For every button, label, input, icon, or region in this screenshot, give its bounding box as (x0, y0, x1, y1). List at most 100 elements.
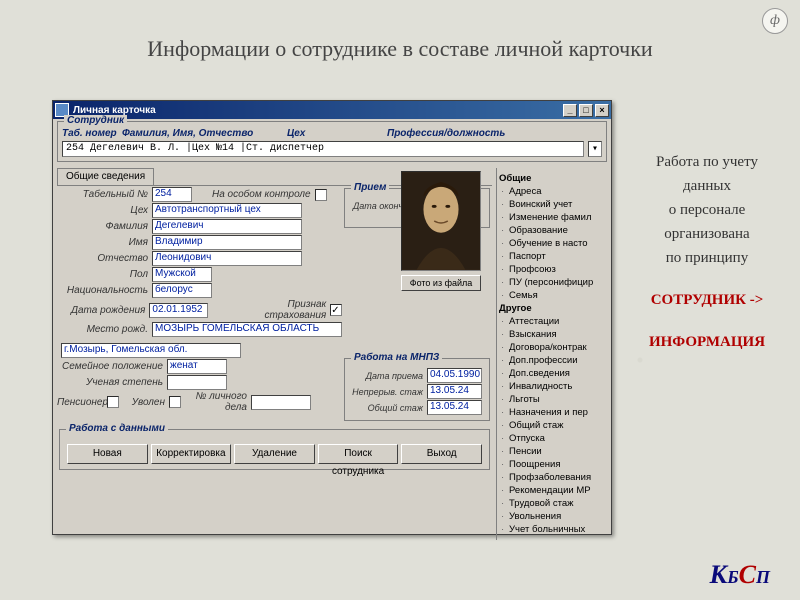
hdr-tabno: Таб. номер (62, 128, 122, 139)
tree-item[interactable]: Взыскания (499, 328, 609, 341)
tree-item[interactable]: Льготы (499, 393, 609, 406)
btn-new[interactable]: Новая (67, 444, 148, 464)
chk-strah[interactable]: ✓ (330, 304, 342, 316)
group-legend: Сотрудник (64, 115, 127, 126)
lbl-degree: Ученая степень (57, 377, 167, 388)
lbl-ceh: Цех (57, 205, 152, 216)
tree-item[interactable]: Воинский учет (499, 198, 609, 211)
tree-item[interactable]: Отпуска (499, 432, 609, 445)
titlebar[interactable]: Личная карточка _ □ × (53, 101, 611, 119)
tree-item[interactable]: Доп.сведения (499, 367, 609, 380)
chk-special[interactable] (315, 189, 327, 201)
input-ceh[interactable]: Автотранспортный цех (152, 203, 302, 218)
tree-item[interactable]: Договора/контрак (499, 341, 609, 354)
tree-item[interactable]: Увольнения (499, 510, 609, 523)
side-line: Работа по учету (632, 150, 782, 174)
tree-item[interactable]: Трудовой стаж (499, 497, 609, 510)
employee-header-group: Сотрудник Таб. номер Фамилия, Имя, Отчес… (57, 121, 607, 162)
lbl-birthplace: Место рожд. (57, 324, 152, 335)
input-cont[interactable]: 13.05.24 (427, 384, 482, 399)
grp-priem: Прием (351, 182, 389, 193)
tree-item[interactable]: Учет больничных (499, 523, 609, 536)
btn-exit[interactable]: Выход (401, 444, 482, 464)
btn-photo-from-file[interactable]: Фото из файла (401, 275, 481, 291)
lbl-dob: Дата рождения (57, 305, 149, 316)
tree-item[interactable]: Рекомендации МР (499, 484, 609, 497)
slide-title: Информации о сотруднике в составе личной… (0, 36, 800, 62)
employee-summary-field[interactable]: 254 Дегелевич В. Л. |Цех №14 |Ст. диспет… (62, 141, 584, 157)
side-line: по принципу (632, 246, 782, 270)
input-degree[interactable] (167, 375, 227, 390)
input-delo[interactable] (251, 395, 311, 410)
btn-delete[interactable]: Удаление (234, 444, 315, 464)
dropdown-button[interactable]: ▾ (588, 141, 602, 157)
tree-item[interactable]: Профсоюз (499, 263, 609, 276)
lbl-otch: Отчество (57, 253, 152, 264)
lbl-hired: Дата приема (349, 371, 427, 381)
input-hired[interactable]: 04.05.1990 (427, 368, 482, 383)
side-line: данных (632, 174, 782, 198)
lbl-total: Общий стаж (349, 403, 427, 413)
tree-item[interactable]: Семья (499, 289, 609, 302)
lbl-cont: Непрерыв. стаж (349, 387, 427, 397)
corner-logo: ф (762, 8, 788, 34)
input-tabno[interactable]: 254 (152, 187, 192, 202)
lbl-fired: Уволен (119, 397, 169, 408)
grp-actions: Работа с данными (66, 423, 168, 434)
tree-item[interactable]: Аттестации (499, 315, 609, 328)
tree-root-other[interactable]: Другое (499, 302, 609, 315)
tree-item[interactable]: ПУ (персонифицир (499, 276, 609, 289)
lbl-special: На особом контроле (212, 189, 315, 200)
maximize-button[interactable]: □ (579, 104, 593, 117)
tree-item[interactable]: Образование (499, 224, 609, 237)
tree-root-general[interactable]: Общие (499, 172, 609, 185)
lbl-delo: № личного дела (181, 391, 251, 413)
btn-find[interactable]: Поиск сотрудника (318, 444, 399, 464)
tree-item[interactable]: Доп.профессии (499, 354, 609, 367)
input-total[interactable]: 13.05.24 (427, 400, 482, 415)
input-fam[interactable]: Дегелевич (152, 219, 302, 234)
tree-item[interactable]: Поощрения (499, 458, 609, 471)
input-otch[interactable]: Леонидович (152, 251, 302, 266)
tree-item[interactable]: Инвалидность (499, 380, 609, 393)
tree-item[interactable]: Пенсии (499, 445, 609, 458)
side-red: ИНФОРМАЦИЯ (632, 330, 782, 354)
lbl-strah: Признак страхования (226, 299, 330, 321)
window-title: Личная карточка (73, 105, 156, 116)
info-tree[interactable]: Общие АдресаВоинский учетИзменение фамил… (497, 170, 611, 538)
footer-brand: КБСП (710, 560, 770, 590)
lbl-pol: Пол (57, 269, 152, 280)
close-button[interactable]: × (595, 104, 609, 117)
tree-item[interactable]: Обучение в насто (499, 237, 609, 250)
btn-edit[interactable]: Корректировка (151, 444, 232, 464)
tree-item[interactable]: Назначения и пер (499, 406, 609, 419)
minimize-button[interactable]: _ (563, 104, 577, 117)
tree-item[interactable]: Изменение фамил (499, 211, 609, 224)
input-family[interactable]: женат (167, 359, 227, 374)
side-red: СОТРУДНИК -> (632, 288, 782, 312)
input-dob[interactable]: 02.01.1952 (149, 303, 207, 318)
input-nat[interactable]: белорус (152, 283, 212, 298)
hdr-ceh: Цех (287, 128, 387, 139)
input-pol[interactable]: Мужской (152, 267, 212, 282)
tree-item[interactable]: Общий стаж (499, 419, 609, 432)
input-name[interactable]: Владимир (152, 235, 302, 250)
side-line: организована (632, 222, 782, 246)
employee-photo (401, 171, 481, 271)
hdr-prof: Профессия/должность (387, 128, 505, 139)
personal-card-window: Личная карточка _ □ × Сотрудник Таб. ном… (52, 100, 612, 535)
lbl-family: Семейное положение (57, 361, 167, 372)
tab-general[interactable]: Общие сведения (57, 168, 154, 185)
grp-mnpz: Работа на МНПЗ (351, 352, 442, 363)
chk-fired[interactable] (169, 396, 181, 408)
side-annotation: Работа по учету данных о персонале орган… (632, 150, 782, 354)
tree-item[interactable]: Паспорт (499, 250, 609, 263)
input-birthplace[interactable]: МОЗЫРЬ ГОМЕЛЬСКАЯ ОБЛАСТЬ (152, 322, 342, 337)
chk-pension[interactable] (107, 396, 119, 408)
tree-item[interactable]: Адреса (499, 185, 609, 198)
input-addr[interactable]: г.Мозырь, Гомельская обл. (61, 343, 241, 358)
tree-item[interactable]: Профзаболевания (499, 471, 609, 484)
lbl-nat: Национальность (57, 285, 152, 296)
lbl-name: Имя (57, 237, 152, 248)
lbl-pension: Пенсионер (57, 397, 107, 408)
